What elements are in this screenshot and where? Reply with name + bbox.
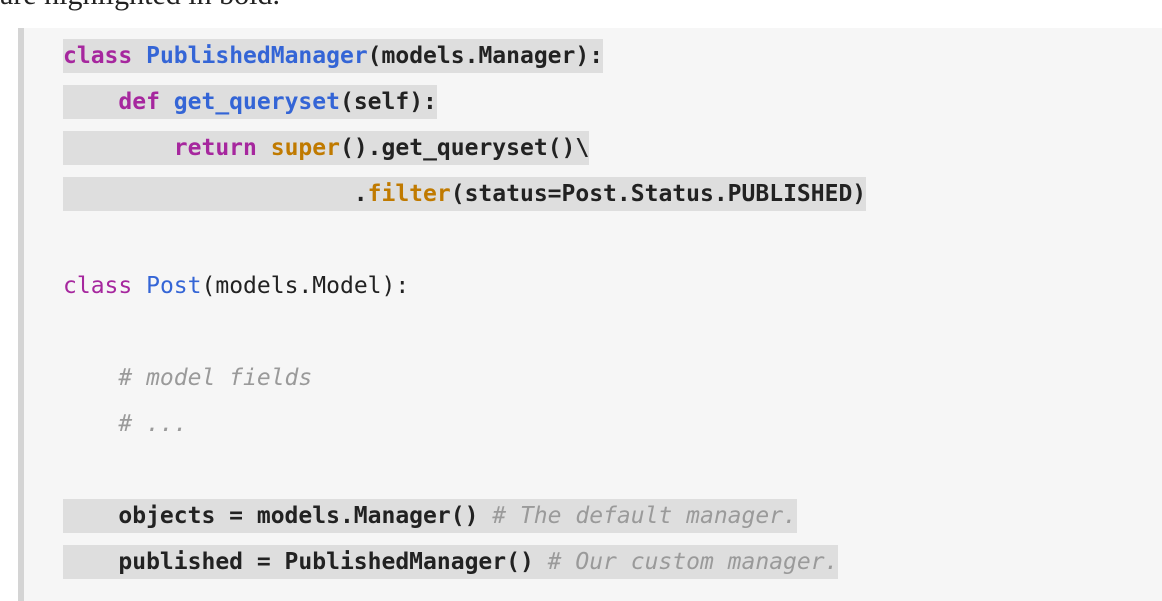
code-line: def get_queryset(self):: [63, 85, 437, 119]
code-token: (status=Post.Status.PUBLISHED): [450, 181, 867, 207]
code-token: super: [270, 135, 340, 161]
code-token: # Our custom manager.: [547, 549, 839, 575]
code-token: PublishedManager: [146, 43, 368, 69]
code-token: .: [63, 181, 368, 207]
code-token: (self):: [339, 89, 437, 115]
code-token: published = PublishedManager(): [63, 549, 548, 575]
code-token: Post: [146, 273, 202, 299]
code-token: ().get_queryset()\: [339, 135, 590, 161]
code-token: return: [173, 135, 257, 161]
code-token: objects = models.Manager(): [63, 503, 493, 529]
code-token: (models.Manager):: [367, 43, 604, 69]
code-line: .filter(status=Post.Status.PUBLISHED): [63, 177, 867, 211]
code-token: # model fields: [118, 365, 313, 391]
code-token: class: [63, 43, 133, 69]
code-line: # model fields: [63, 361, 312, 395]
code-line: objects = models.Manager() # The default…: [63, 499, 797, 533]
code-token: # The default manager.: [492, 503, 797, 529]
code-token: # ...: [118, 411, 188, 437]
code-token: class: [63, 273, 133, 299]
code-line: published = PublishedManager() # Our cus…: [63, 545, 839, 579]
code-token: def: [118, 89, 160, 115]
code-line: class Post(models.Model):: [63, 269, 409, 303]
code-line: return super().get_queryset()\: [63, 131, 590, 165]
code-line: class PublishedManager(models.Manager):: [63, 39, 604, 73]
code-token: get_queryset: [173, 89, 340, 115]
intro-text: are highlighted in bold.: [0, 0, 280, 12]
code-token: filter: [367, 181, 451, 207]
code-line: # ...: [63, 407, 188, 441]
code-token: (models.Model):: [201, 273, 410, 299]
